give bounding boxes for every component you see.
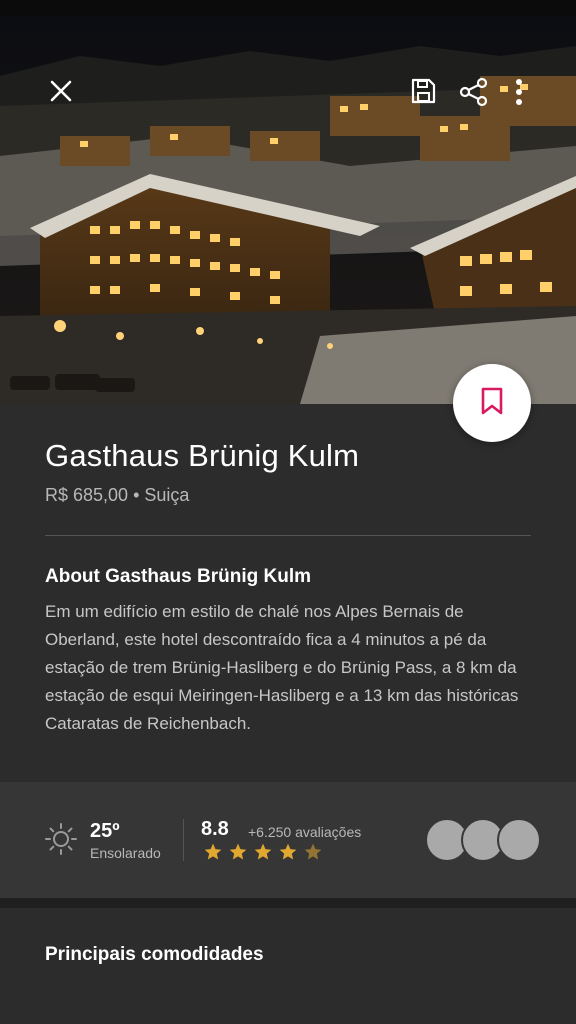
floppy-disk-icon (409, 77, 437, 105)
about-heading: About Gasthaus Brünig Kulm (45, 566, 311, 587)
star-icon (304, 843, 322, 860)
more-options-button[interactable] (508, 74, 530, 110)
share-button[interactable] (456, 74, 492, 110)
divider (45, 535, 531, 536)
hotel-name: Gasthaus Brünig Kulm (45, 438, 360, 473)
star-icon (229, 843, 247, 860)
stats-separator (183, 819, 184, 861)
star-icon (204, 843, 222, 860)
bookmark-icon (479, 386, 505, 421)
amenities-heading: Principais comodidades (45, 944, 264, 965)
temperature: 25º (90, 820, 120, 842)
weather-condition: Ensolarado (90, 845, 161, 861)
more-vertical-icon (515, 78, 523, 106)
reviewer-avatars[interactable] (425, 818, 545, 862)
star-icon (279, 843, 297, 860)
sun-icon (44, 822, 78, 861)
review-count[interactable]: +6.250 avaliações (248, 824, 361, 840)
avatar (497, 818, 541, 862)
rating-stars (203, 842, 323, 862)
star-icon (254, 843, 272, 860)
about-description: Em um edifício em estilo de chalé nos Al… (45, 602, 519, 733)
close-button[interactable] (44, 74, 78, 108)
share-icon (458, 76, 490, 108)
status-bar (0, 0, 576, 16)
amenities-section[interactable] (0, 908, 576, 1024)
hero-image (0, 16, 576, 404)
price-location: R$ 685,00 • Suiça (45, 485, 190, 505)
save-button[interactable] (406, 74, 440, 108)
bookmark-button[interactable] (453, 364, 531, 442)
close-icon (49, 79, 73, 103)
section-gap (0, 898, 576, 908)
rating-score: 8.8 (201, 818, 229, 840)
